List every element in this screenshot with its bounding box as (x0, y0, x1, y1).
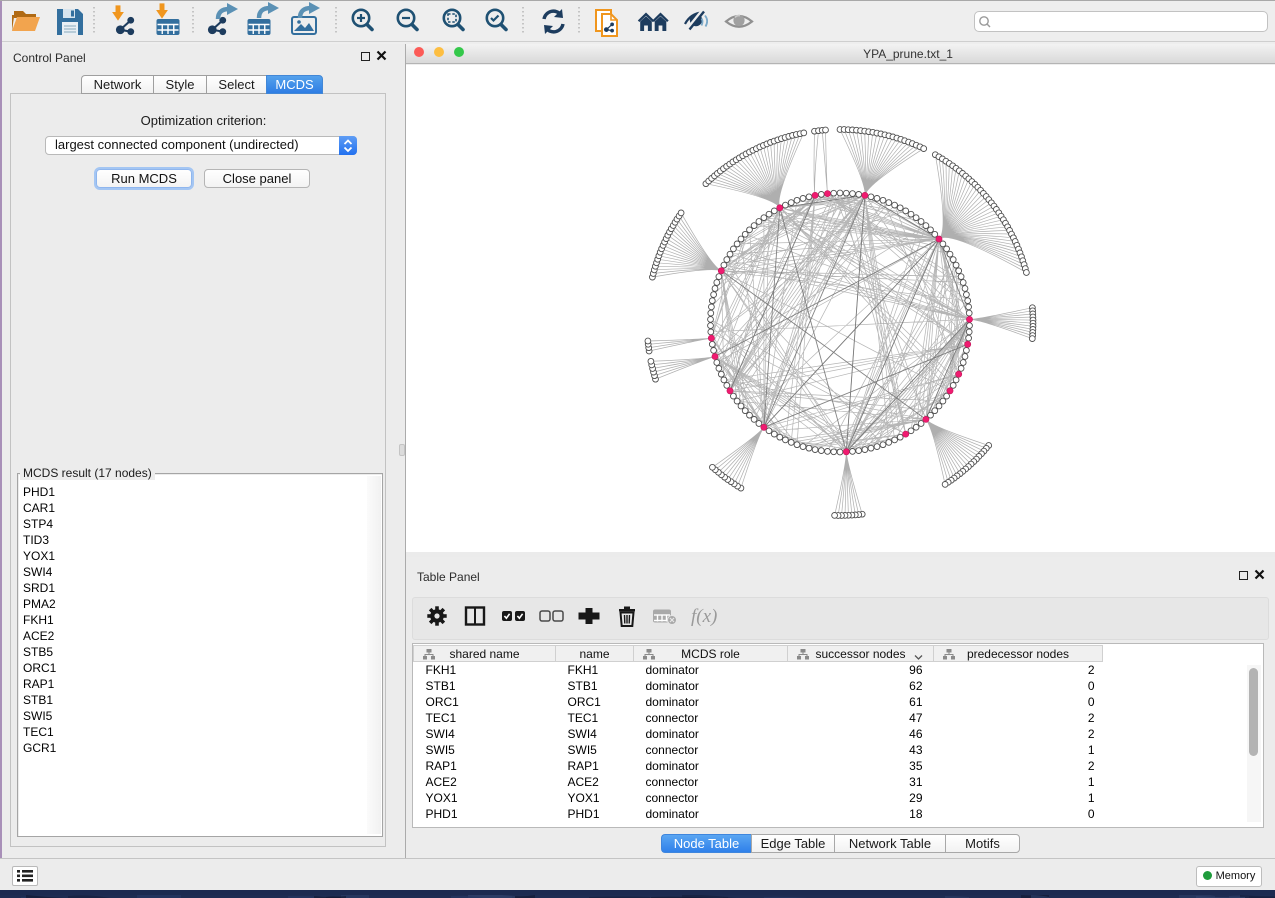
svg-text:f(x): f(x) (691, 606, 717, 627)
